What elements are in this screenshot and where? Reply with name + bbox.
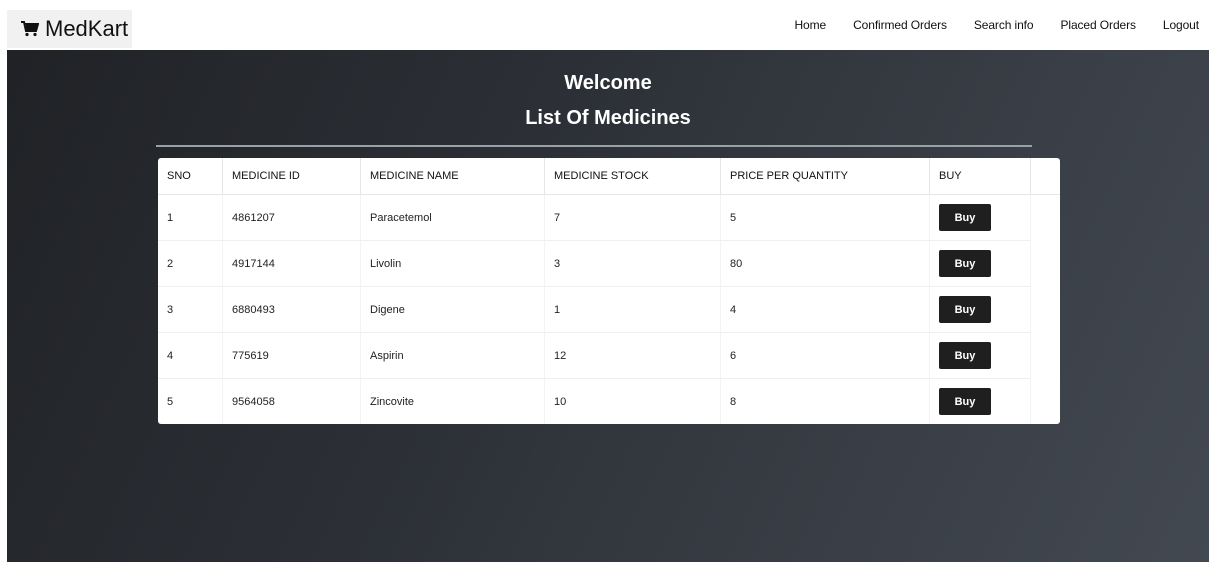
cell-medicine-id: 9564058 [222,378,361,424]
cell-buy: Buy [929,286,1031,333]
cell-medicine-stock: 1 [544,286,721,333]
cell-buy: Buy [929,194,1031,241]
cell-buy: Buy [929,332,1031,379]
nav-home[interactable]: Home [794,18,826,32]
cell-medicine-name: Zincovite [360,378,545,424]
buy-button[interactable]: Buy [939,204,991,231]
cell-sno: 4 [158,332,223,379]
cell-medicine-id: 6880493 [222,286,361,333]
cell-medicine-name: Paracetemol [360,194,545,241]
page-title: List Of Medicines [525,107,691,129]
table-row: 3 6880493 Digene 1 4 Buy [158,286,1031,333]
cell-sno: 3 [158,286,223,333]
medicines-table: SNO MEDICINE ID MEDICINE NAME MEDICINE S… [158,158,1031,424]
cell-medicine-id: 775619 [222,332,361,379]
header-buy: BUY [929,158,1031,195]
cell-buy: Buy [929,240,1031,287]
header-price-per-quantity: PRICE PER QUANTITY [720,158,930,195]
cart-icon [21,21,39,37]
table-header-row: SNO MEDICINE ID MEDICINE NAME MEDICINE S… [158,158,1031,195]
table-row: 5 9564058 Zincovite 10 8 Buy [158,378,1031,424]
header-medicine-id: MEDICINE ID [222,158,361,195]
cell-medicine-id: 4861207 [222,194,361,241]
nav-confirmed-orders[interactable]: Confirmed Orders [853,18,947,32]
buy-button[interactable]: Buy [939,342,991,369]
nav-links: Home Confirmed Orders Search info Placed… [767,18,1199,32]
main-panel: Welcome List Of Medicines SNO MEDICINE I… [7,50,1209,562]
cell-sno: 2 [158,240,223,287]
cell-sno: 5 [158,378,223,424]
table-row: 2 4917144 Livolin 3 80 Buy [158,240,1031,287]
cell-medicine-stock: 12 [544,332,721,379]
brand-logo[interactable]: MedKart [7,10,132,48]
divider [156,145,1032,147]
buy-button[interactable]: Buy [939,388,991,415]
cell-medicine-id: 4917144 [222,240,361,287]
welcome-heading: Welcome [564,72,652,94]
table-row: 4 775619 Aspirin 12 6 Buy [158,332,1031,379]
cell-buy: Buy [929,378,1031,424]
cell-medicine-name: Livolin [360,240,545,287]
buy-button[interactable]: Buy [939,296,991,323]
navbar: MedKart Home Confirmed Orders Search inf… [0,0,1209,50]
cell-price: 80 [720,240,930,287]
cell-price: 4 [720,286,930,333]
header-medicine-name: MEDICINE NAME [360,158,545,195]
cell-sno: 1 [158,194,223,241]
header-sno: SNO [158,158,223,195]
cell-price: 6 [720,332,930,379]
cell-medicine-stock: 10 [544,378,721,424]
nav-search-info[interactable]: Search info [974,18,1034,32]
cell-price: 5 [720,194,930,241]
header-medicine-stock: MEDICINE STOCK [544,158,721,195]
cell-medicine-name: Digene [360,286,545,333]
cell-medicine-name: Aspirin [360,332,545,379]
brand-name: MedKart [45,16,129,41]
buy-button[interactable]: Buy [939,250,991,277]
table-row: 1 4861207 Paracetemol 7 5 Buy [158,194,1031,241]
cell-medicine-stock: 3 [544,240,721,287]
header-empty-cell [1031,158,1060,195]
nav-placed-orders[interactable]: Placed Orders [1060,18,1136,32]
cell-medicine-stock: 7 [544,194,721,241]
cell-price: 8 [720,378,930,424]
medicines-table-card: SNO MEDICINE ID MEDICINE NAME MEDICINE S… [158,158,1060,424]
nav-logout[interactable]: Logout [1163,18,1199,32]
